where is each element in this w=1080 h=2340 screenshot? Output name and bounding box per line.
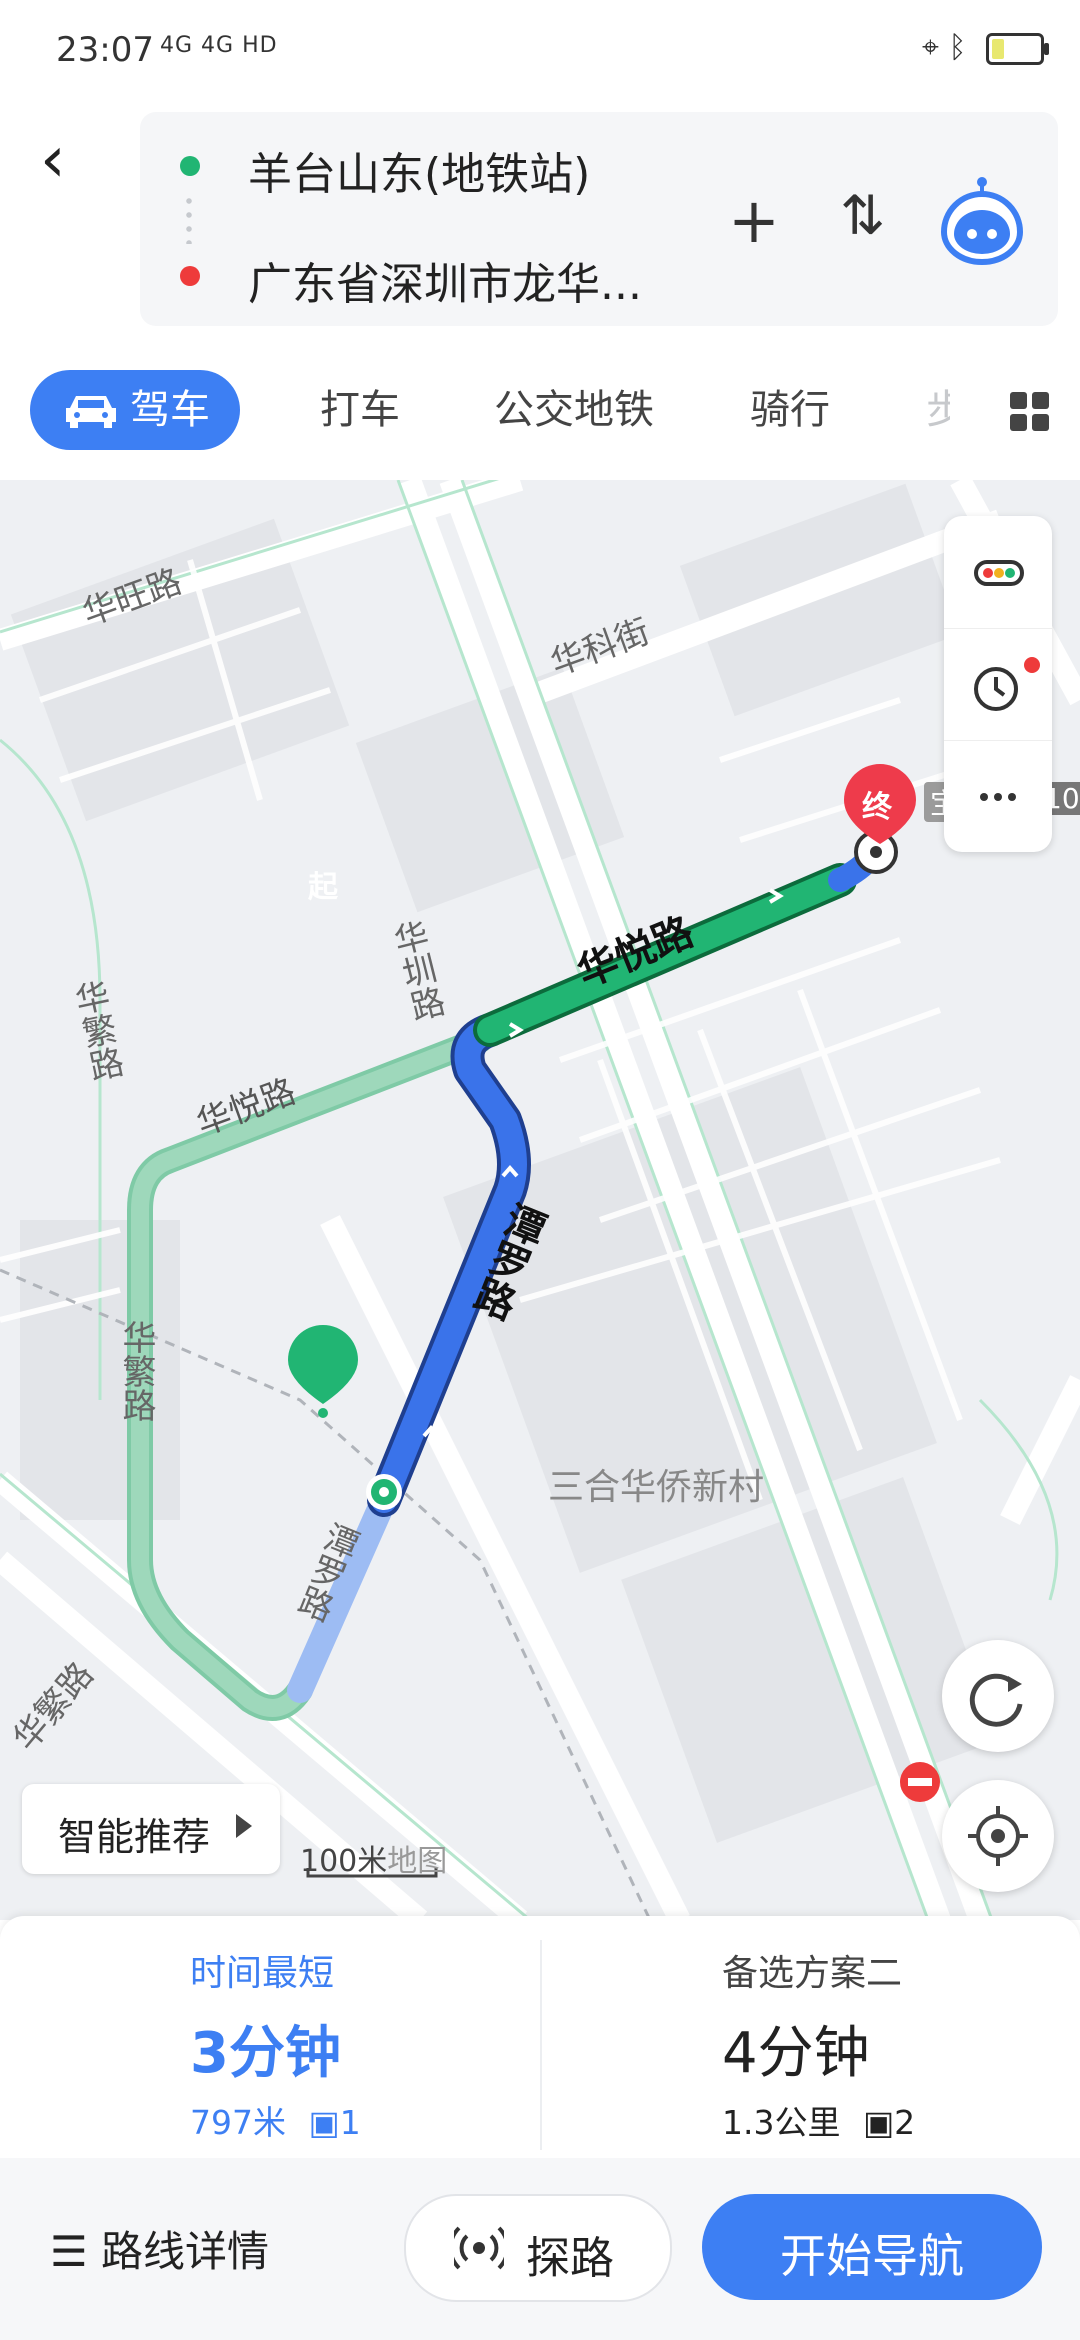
add-stop-button[interactable]: + (728, 184, 780, 257)
refresh-icon (969, 1673, 1023, 1727)
battery-icon (986, 32, 1049, 65)
plan-2-distance: 1.3公里 (722, 2103, 841, 2142)
traffic-toggle[interactable] (944, 516, 1052, 628)
probe-signal-icon (454, 2226, 504, 2270)
origin-dot-icon (180, 156, 200, 176)
plan-1-duration: 3分钟 (190, 2021, 341, 2086)
end-marker-label: 终 (862, 790, 892, 825)
scale-label: 100米地图 (300, 1836, 447, 1880)
route-plan-2[interactable]: 备选方案二 4分钟 1.3公里 ▣2 (540, 1916, 1080, 2156)
status-icons: ⌖ ᛒ (922, 30, 1049, 65)
smart-recommend-label: 智能推荐 (58, 1815, 211, 1859)
locate-me-button[interactable] (942, 1780, 1054, 1892)
car-icon (66, 396, 116, 428)
bluetooth-icon: ᛒ (948, 30, 967, 65)
transport-tabs: 驾车 打车 公交地铁 骑行 步 (0, 370, 1080, 460)
tab-driving[interactable]: 驾车 (30, 370, 240, 450)
plan-1-label: 时间最短 (190, 1953, 335, 1994)
back-button[interactable]: ‹ (40, 120, 100, 200)
destination-input[interactable]: 广东省深圳市龙华... (248, 248, 848, 312)
origin-input[interactable]: 羊台山东(地铁站) (248, 138, 590, 202)
start-marker-label: 起 (308, 870, 338, 905)
location-icon: ⌖ (922, 30, 939, 65)
traffic-light-count-icon: ▣ (862, 2103, 895, 2142)
route-detail-button[interactable]: ☰ 路线详情 (50, 2218, 269, 2279)
road-label-huafan-2: 华繁路 (116, 1320, 156, 1422)
scale-value: 100米 (300, 1844, 388, 1879)
action-bar: ☰ 路线详情 探路 开始导航 (0, 2158, 1080, 2340)
probe-route-button[interactable]: 探路 (404, 2194, 672, 2302)
map-view[interactable]: 华旺路 华科街 华圳路 华繁路 华悦路 华悦路 潭罗路 华繁路 潭罗路 华繁路 … (0, 480, 1080, 1920)
network-indicator: 4G 4G HD (160, 33, 278, 58)
tab-transit[interactable]: 公交地铁 (494, 370, 654, 450)
start-navigation-label: 开始导航 (780, 2229, 964, 2283)
traffic-light-icon (974, 560, 1024, 586)
plan-2-duration: 4分钟 (722, 2021, 870, 2086)
plan-divider (540, 1940, 542, 2150)
departure-time-button[interactable] (944, 628, 1052, 741)
plan-2-lights: 2 (894, 2103, 916, 2142)
tab-taxi[interactable]: 打车 (320, 370, 400, 450)
grid-menu-icon[interactable] (1010, 392, 1050, 432)
map-watermark: 地图 (387, 1844, 448, 1879)
route-connector (186, 194, 192, 244)
plan-1-distance: 797米 (190, 2103, 286, 2142)
status-bar: 23:07 4G 4G HD ⌖ ᛒ (0, 0, 1080, 100)
clock-icon (974, 657, 1040, 711)
tab-driving-label: 驾车 (130, 387, 210, 433)
swap-route-button[interactable]: ⇅ (840, 184, 885, 247)
destination-dot-icon (180, 266, 200, 286)
map-tool-panel (944, 516, 1052, 852)
more-icon (980, 793, 1016, 801)
refresh-route-button[interactable] (942, 1640, 1054, 1752)
list-icon: ☰ (50, 2227, 88, 2276)
route-detail-label: 路线详情 (101, 2227, 270, 2276)
smart-recommend-button[interactable]: 智能推荐 (22, 1784, 280, 1874)
plan-1-meta: 797米 ▣1 (190, 2096, 361, 2144)
map-canvas (0, 480, 1080, 1920)
plan-2-meta: 1.3公里 ▣2 (722, 2096, 915, 2144)
plan-1-lights: 1 (339, 2103, 361, 2142)
traffic-light-count-icon: ▣ (308, 2103, 340, 2142)
tab-cycling[interactable]: 骑行 (750, 370, 830, 450)
tab-walking[interactable]: 步 (926, 370, 950, 450)
area-label-sanhe: 三合华侨新村 (548, 1467, 765, 1508)
status-time: 23:07 (56, 30, 154, 70)
route-input-panel: 羊台山东(地铁站) 广东省深圳市龙华... + ⇅ (140, 112, 1058, 326)
locate-icon (968, 1806, 1028, 1866)
start-navigation-button[interactable]: 开始导航 (702, 2194, 1042, 2300)
play-arrow-icon (236, 1814, 252, 1838)
probe-route-label: 探路 (526, 2233, 614, 2284)
assistant-icon[interactable] (934, 174, 1030, 270)
plan-2-label: 备选方案二 (722, 1953, 903, 1994)
route-plan-1[interactable]: 时间最短 3分钟 797米 ▣1 (0, 1916, 540, 2156)
more-tools-button[interactable] (944, 740, 1052, 853)
